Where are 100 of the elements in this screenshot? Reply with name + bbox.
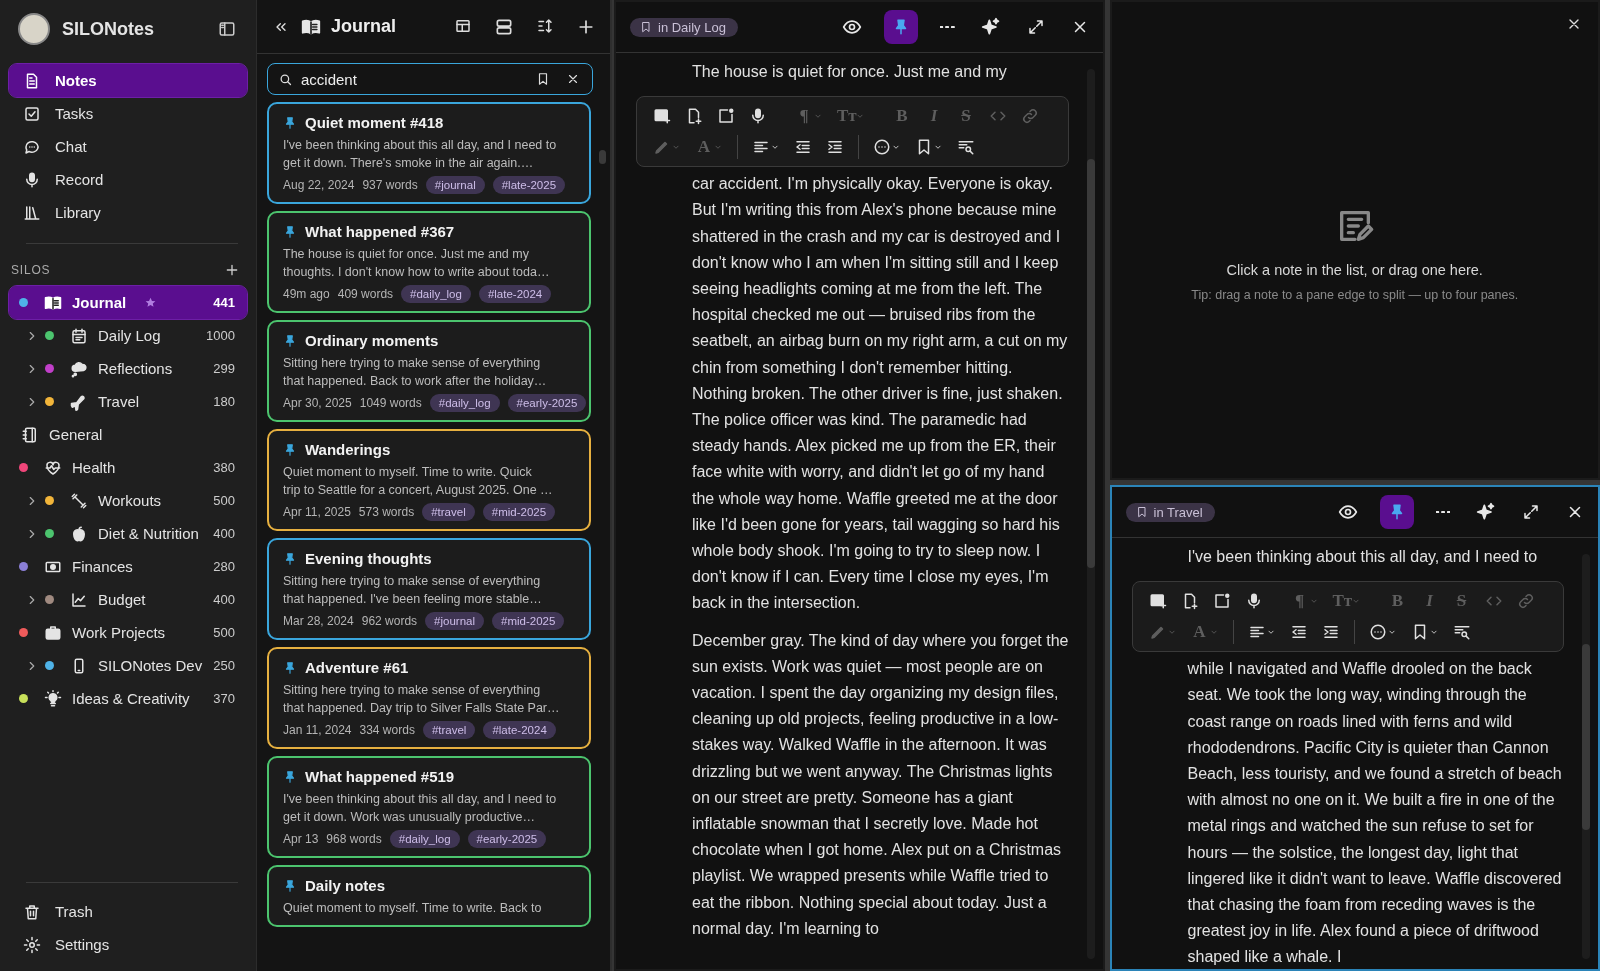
silo-name: Journal	[72, 294, 127, 311]
find-icon	[957, 138, 975, 157]
silo-name: Budget	[98, 591, 146, 608]
tag-chip[interactable]: #journal	[425, 176, 485, 194]
silo-name: Workouts	[98, 492, 162, 509]
tag-chip[interactable]: #late-2024	[483, 721, 556, 739]
note-title: Ordinary moments	[305, 331, 439, 350]
nav-item[interactable]: Settings	[9, 928, 247, 961]
silo-item[interactable]: Health 380	[9, 451, 247, 484]
note-date: Apr 13	[283, 831, 319, 848]
word-count: 334 words	[359, 722, 415, 739]
word-count: 1049 words	[359, 395, 422, 412]
tag-chip[interactable]: #daily_log	[389, 830, 460, 848]
note-title: Daily notes	[305, 876, 386, 895]
silo-item[interactable]: Budget 400	[9, 583, 247, 616]
nav-item[interactable]: Tasks	[9, 97, 247, 130]
silo-item[interactable]: Finances 280	[9, 550, 247, 583]
note-card[interactable]: Quiet moment #418 I've been thinking about this all day, and I need to get it down. There's smoke in the air again.… Aug 22, 2024 937 words #journal #late-2025	[267, 102, 591, 204]
tag-chip[interactable]: #journal	[425, 612, 484, 630]
note-title: What happened #367	[305, 222, 455, 241]
more-circle-icon	[873, 138, 891, 157]
note-date: Apr 30, 2025	[283, 395, 352, 412]
tag-chip[interactable]: #late-2024	[478, 285, 552, 303]
tag-chip[interactable]: #mid-2025	[482, 503, 556, 521]
note-count: 500	[213, 493, 235, 508]
note-card[interactable]: What happened #519 I've been thinking about this all day, and I need to get it down. Work was unusually productive… Apr 13 968 words #daily_log #early-2025	[267, 756, 591, 858]
search-box[interactable]: accident	[267, 63, 593, 95]
note-card[interactable]: What happened #367 The house is quiet for once. Just me and my thoughts. I don't know how to write about toda… 49m ago 409 words #daily_log #late-2024	[267, 211, 591, 313]
nav-item[interactable]: Library	[9, 196, 247, 229]
silo-name: SILONotes Dev	[98, 657, 203, 674]
silo-name: Health	[72, 459, 116, 476]
note-text: The house is quiet for once. Just me and my	[692, 62, 1008, 82]
calendar-icon	[70, 326, 88, 345]
sort-icon	[536, 16, 554, 35]
silo-item[interactable]: Travel 180	[9, 385, 247, 418]
note-count: 299	[213, 361, 235, 376]
note-count: 370	[213, 691, 235, 706]
search-input[interactable]: accident	[301, 70, 524, 88]
frame-icon	[717, 107, 735, 126]
tag-chip[interactable]: #travel	[422, 503, 475, 521]
tag-chip[interactable]: #late-2025	[492, 176, 566, 194]
silo-name: Diet & Nutrition	[98, 525, 199, 542]
silo-item[interactable]: Reflections 299	[9, 352, 247, 385]
nav-label: Tasks	[55, 105, 94, 122]
nav-label: Trash	[55, 903, 93, 920]
pin-button[interactable]	[1379, 495, 1414, 529]
more-icon	[940, 25, 955, 29]
location-chip[interactable]: in Daily Log	[630, 17, 738, 37]
note-text: December gray. The kind of day where you forget the sun exists. Work was quiet — most people are on vacation. I spent the day organizing my design files, cleaning up old projects, feeling productive in a low-stakes way. Walked Waffle in the afternoon. It was drizzling but we went anyway. The Christmas lights on our street are pretty. Someone has a giant inflatable snowman that I secretly love. Made hot chocolate when I got home. Alex put on a Christmas playlist. We wrapped presents while Waffle tried to eat the ribbon. Nothing special about today. Just a normal day. I'm learning to	[692, 630, 1069, 939]
app-logo	[18, 13, 50, 45]
link-icon	[1021, 107, 1039, 126]
tag-chip[interactable]: #travel	[422, 721, 476, 739]
note-card[interactable]: Daily notes Quiet moment to myself. Time to write. Back to	[267, 865, 591, 927]
silo-item[interactable]: General	[9, 418, 247, 451]
tag-chip[interactable]: #daily_log	[401, 285, 471, 303]
tag-chip[interactable]: #daily_log	[429, 394, 500, 412]
silo-name: Work Projects	[72, 624, 166, 641]
silo-item[interactable]: Work Projects 500	[9, 616, 247, 649]
silo-item[interactable]: Diet & Nutrition 400	[9, 517, 247, 550]
silo-item[interactable]: Journal 441	[9, 286, 247, 319]
tag-chip[interactable]: #mid-2025	[492, 612, 565, 630]
empty-message: Click a note in the list, or drag one here.	[1226, 262, 1483, 278]
tag-chip[interactable]: #early-2025	[507, 394, 587, 412]
dumbbell-icon	[70, 491, 88, 510]
silo-item[interactable]: SILONotes Dev 250	[9, 649, 247, 682]
pin-button[interactable]	[884, 10, 919, 44]
book-icon	[44, 293, 62, 312]
scrollbar-thumb[interactable]	[599, 150, 606, 164]
line-chart-icon	[70, 590, 88, 609]
note-card[interactable]: Wanderings Quiet moment to myself. Time to write. Quick trip to Seattle for a concert, August 2025. One … Apr 11, 2025 573 words #travel #mid-2025	[267, 429, 591, 531]
silo-item[interactable]: Workouts 500	[9, 484, 247, 517]
thought-cloud-icon	[70, 359, 88, 378]
scrollbar[interactable]	[1086, 69, 1095, 959]
note-card[interactable]: Ordinary moments Sitting here trying to make sense of everything that happened. Back to work after the holiday… Apr 30, 2025 1049 words #daily_log #early-2025	[267, 320, 591, 422]
tag-chip[interactable]: #early-2025	[467, 830, 547, 848]
note-count: 250	[213, 658, 235, 673]
sparkle-icon	[980, 17, 1001, 37]
note-count: 400	[213, 526, 235, 541]
expand-icon	[1522, 503, 1540, 521]
location-chip[interactable]: in Travel	[1125, 502, 1215, 522]
eye-icon	[842, 17, 863, 37]
silo-item[interactable]: Ideas & Creativity 370	[9, 682, 247, 715]
nav-item[interactable]: Chat	[9, 130, 247, 163]
word-count: 962 words	[361, 613, 418, 630]
word-count: 968 words	[326, 831, 382, 848]
scrollbar[interactable]	[1582, 554, 1590, 959]
app-name: SILONotes	[62, 18, 155, 40]
note-card[interactable]: Evening thoughts Sitting here trying to make sense of everything that happened. I've been feeling more stable… Mar 28, 2024 962 words #journal #mid-2025	[267, 538, 591, 640]
nav-item[interactable]: Notes	[9, 64, 247, 97]
note-card[interactable]: Adventure #61 Sitting here trying to make sense of everything that happened. Day trip to Silver Falls State Par… Jan 11, 2024 334 words #travel #late-2024	[267, 647, 591, 749]
nav-item[interactable]: Record	[9, 163, 247, 196]
section-heading: SILOS	[11, 263, 51, 277]
note-count: 280	[213, 559, 235, 574]
note-preview: The house is quiet for once. Just me and my thoughts. I don't know how to write about toda…	[283, 246, 551, 281]
word-count: 573 words	[358, 504, 415, 521]
link-icon	[1516, 592, 1535, 611]
silo-item[interactable]: Daily Log 1000	[9, 319, 247, 352]
eye-icon	[1337, 502, 1358, 522]
nav-item[interactable]: Trash	[9, 895, 247, 928]
nav-label: Library	[55, 204, 101, 221]
